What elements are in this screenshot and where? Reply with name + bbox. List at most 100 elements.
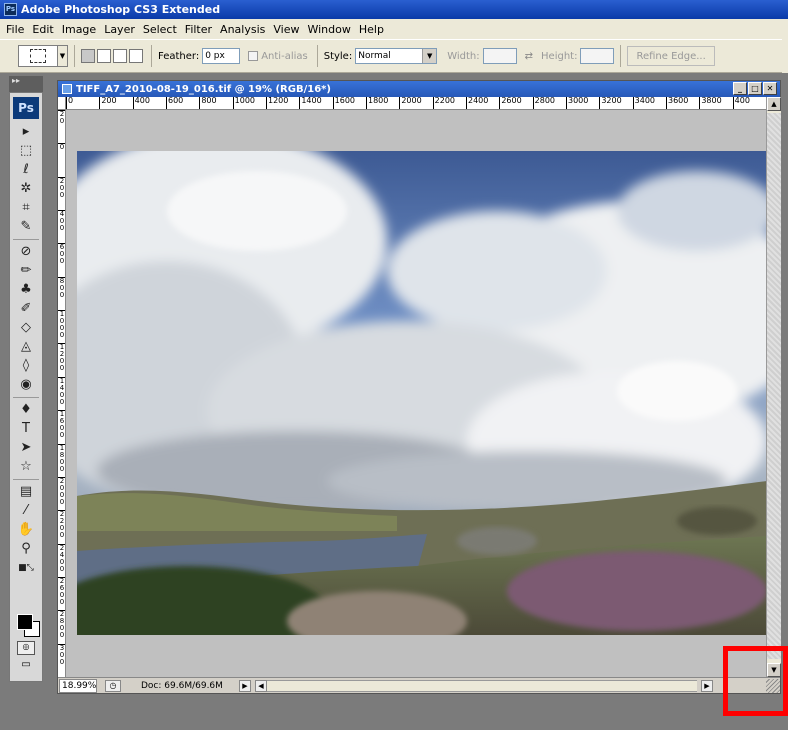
menu-image[interactable]: Image xyxy=(58,23,100,36)
history-brush-tool-icon[interactable]: ✐ xyxy=(11,300,41,318)
type-tool-icon[interactable]: T xyxy=(11,420,41,438)
menu-edit[interactable]: Edit xyxy=(28,23,57,36)
maximize-button[interactable]: □ xyxy=(748,82,762,95)
zoom-level-field[interactable]: 18.99% xyxy=(59,678,97,693)
divider xyxy=(620,45,622,67)
marquee-icon xyxy=(30,49,46,63)
eyedropper-tool-icon[interactable]: ⁄ xyxy=(11,502,41,520)
path-selection-tool-icon[interactable]: ➤ xyxy=(11,439,41,457)
clock-icon[interactable]: ◷ xyxy=(105,679,121,692)
toolbox-grip[interactable]: ▸▸ xyxy=(9,76,43,92)
zoom-tool-icon[interactable]: ⚲ xyxy=(11,540,41,558)
tool-preset-picker[interactable] xyxy=(18,45,58,67)
v-ruler-tick: 0 xyxy=(58,143,65,152)
scroll-up-icon[interactable]: ▲ xyxy=(767,97,781,111)
status-menu-arrow-icon[interactable]: ▶ xyxy=(239,679,251,692)
foreground-color-swatch[interactable] xyxy=(17,614,33,630)
scroll-left-icon[interactable]: ◀ xyxy=(255,679,267,692)
height-input[interactable] xyxy=(580,48,615,64)
chevron-down-icon[interactable]: ▼ xyxy=(58,45,68,67)
v-ruler-tick: 600 xyxy=(58,243,65,266)
eraser-tool-icon[interactable]: ◇ xyxy=(11,319,41,337)
magic-wand-tool-icon[interactable]: ✲ xyxy=(11,180,41,198)
shape-tool-icon[interactable]: ☆ xyxy=(11,458,41,476)
intersect-selection-button[interactable] xyxy=(129,49,143,63)
paint-bucket-tool-icon[interactable]: ◬ xyxy=(11,338,41,356)
swap-icon[interactable]: ⇄ xyxy=(525,51,533,62)
h-ruler-tick: 3400 xyxy=(632,97,655,109)
divider xyxy=(151,45,152,67)
h-ruler-tick: 1200 xyxy=(266,97,288,109)
h-ruler-tick: 600 xyxy=(166,97,183,109)
brush-tool-icon[interactable]: ✏ xyxy=(11,262,41,280)
horizontal-ruler[interactable]: 0 200 400 600 800 1000 1200 1400 1600 1800 2000 220… xyxy=(66,97,766,110)
swap-colors-icon[interactable]: ■⤡ xyxy=(11,559,41,577)
v-ruler-tick: 1400 xyxy=(58,376,65,406)
canvas-area[interactable] xyxy=(67,111,766,677)
hand-tool-icon[interactable]: ✋ xyxy=(11,521,41,539)
document-title-bar[interactable]: TIFF_A7_2010-08-19_016.tif @ 19% (RGB/16… xyxy=(58,81,780,97)
scroll-right-icon[interactable]: ▶ xyxy=(701,679,713,692)
menu-help[interactable]: Help xyxy=(355,23,388,36)
vertical-ruler[interactable]: 20 0 200 400 600 800 1000 1200 1400 1600 1800 2000 2… xyxy=(58,110,66,677)
notes-tool-icon[interactable]: ▤ xyxy=(11,483,41,501)
crop-tool-icon[interactable]: ⌗ xyxy=(11,199,41,217)
refine-edge-button[interactable]: Refine Edge... xyxy=(627,46,715,66)
v-ruler-tick: 2600 xyxy=(58,576,65,606)
ruler-origin[interactable] xyxy=(58,97,66,110)
subtract-from-selection-button[interactable] xyxy=(113,49,127,63)
antialias-checkbox[interactable] xyxy=(248,51,259,61)
vertical-scroll-thumb[interactable] xyxy=(767,113,781,659)
screen-mode-icon[interactable]: ▭ xyxy=(17,659,35,673)
h-ruler-tick: 2000 xyxy=(399,97,422,109)
lasso-tool-icon[interactable]: ℓ xyxy=(11,161,41,179)
move-tool-icon[interactable]: ▸ xyxy=(11,123,41,141)
menu-layer[interactable]: Layer xyxy=(100,23,139,36)
h-ruler-tick: 1600 xyxy=(332,97,355,109)
divider xyxy=(316,45,318,67)
clone-stamp-tool-icon[interactable]: ♣ xyxy=(11,281,41,299)
healing-tool-icon[interactable]: ⊘ xyxy=(11,243,41,261)
v-ruler-tick: 200 xyxy=(58,176,65,199)
h-ruler-tick: 2600 xyxy=(499,97,522,109)
toolbox: ▸▸ Ps ▸ ⬚ ℓ ✲ ⌗ ✎ ⊘ ✏ ♣ ✐ ◇ ◬ ◊ ◉ ♦ T ➤ … xyxy=(9,76,43,684)
menu-select[interactable]: Select xyxy=(139,23,181,36)
menu-filter[interactable]: Filter xyxy=(181,23,216,36)
blur-tool-icon[interactable]: ◊ xyxy=(11,357,41,375)
marquee-tool-icon[interactable]: ⬚ xyxy=(11,142,41,160)
status-bar: 18.99% ◷ Doc: 69.6M/69.6M ▶ ◀ ▶ xyxy=(58,677,780,693)
vertical-scrollbar[interactable]: ▲ ▼ xyxy=(766,97,781,677)
document-icon xyxy=(62,84,72,94)
width-input[interactable] xyxy=(482,48,517,64)
dodge-tool-icon[interactable]: ◉ xyxy=(11,376,41,394)
close-button[interactable]: ✕ xyxy=(763,82,777,95)
menu-file[interactable]: File xyxy=(2,23,28,36)
slice-tool-icon[interactable]: ✎ xyxy=(11,218,41,236)
style-label: Style: xyxy=(323,50,353,62)
chevron-down-icon: ▼ xyxy=(422,49,437,63)
app-icon: Ps xyxy=(4,3,17,16)
v-ruler-tick: 2400 xyxy=(58,543,65,573)
menu-window[interactable]: Window xyxy=(303,23,354,36)
new-selection-button[interactable] xyxy=(81,49,95,63)
photo-image xyxy=(77,151,766,635)
h-ruler-tick: 800 xyxy=(199,97,217,109)
menu-view[interactable]: View xyxy=(269,23,303,36)
v-ruler-tick: 2200 xyxy=(58,510,65,540)
add-to-selection-button[interactable] xyxy=(97,49,111,63)
feather-input[interactable]: 0 px xyxy=(202,48,241,64)
menu-analysis[interactable]: Analysis xyxy=(216,23,269,36)
document-title: TIFF_A7_2010-08-19_016.tif @ 19% (RGB/16… xyxy=(76,83,331,95)
highlight-box xyxy=(723,646,788,716)
minimize-button[interactable]: _ xyxy=(733,82,747,95)
document-size-info: Doc: 69.6M/69.6M xyxy=(141,680,223,691)
horizontal-scrollbar[interactable] xyxy=(267,679,697,692)
v-ruler-tick: 2800 xyxy=(58,610,65,640)
menu-bar: File Edit Image Layer Select Filter Anal… xyxy=(0,19,788,39)
h-ruler-tick: 0 xyxy=(66,97,73,109)
h-ruler-tick: 2800 xyxy=(532,97,555,109)
divider xyxy=(13,239,39,240)
style-select[interactable]: Normal ▼ xyxy=(355,48,438,64)
pen-tool-icon[interactable]: ♦ xyxy=(11,401,41,419)
quick-mask-icon[interactable]: ◎ xyxy=(17,641,35,655)
